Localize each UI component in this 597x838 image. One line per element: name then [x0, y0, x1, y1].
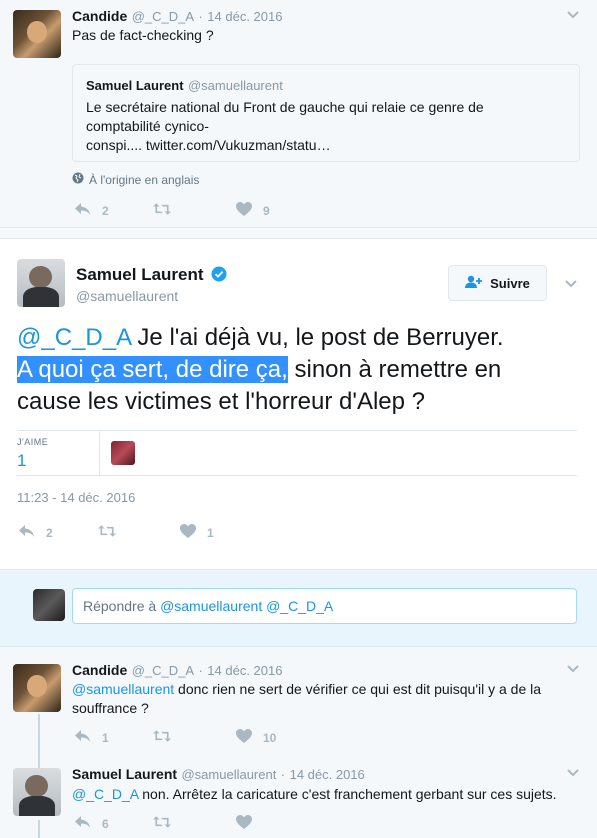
chevron-down-icon[interactable] [566, 8, 584, 22]
tweet-text-part: donc rien ne sert de vérifier ce qui est… [174, 681, 542, 697]
reply-icon [74, 814, 92, 833]
tweet-samuel-2[interactable]: Samuel Laurent @samuellaurent · 14 déc. … [0, 762, 597, 838]
separator-dot: · [280, 767, 286, 782]
reply-icon [18, 523, 36, 542]
thread-connector [38, 820, 40, 838]
tweet-text: Pas de fact-checking ? [72, 27, 214, 43]
heart-icon [235, 728, 253, 747]
reply-prefix: Répondre à [83, 598, 161, 614]
focused-tweet-text: @_C_D_A Je l'ai déjà vu, le post de Berr… [17, 322, 587, 418]
like-count: 10 [263, 730, 277, 745]
quoted-tweet[interactable]: Samuel Laurent @samuellaurent Le secréta… [72, 64, 580, 162]
retweet-icon [98, 523, 116, 542]
likes-stat-count[interactable]: 1 [17, 451, 26, 471]
tweet-text-part: cause les victimes et l'horreur d'Alep ? [17, 388, 426, 415]
tweet-timestamp[interactable]: 11:23 - 14 déc. 2016 [17, 490, 135, 505]
translate-link[interactable]: À l'origine en anglais [72, 172, 199, 187]
reply-button[interactable]: 6 [74, 814, 109, 833]
reply-count: 6 [102, 816, 109, 831]
author-handle[interactable]: @_C_D_A [132, 9, 194, 24]
separator-dot: · [198, 663, 203, 678]
heart-icon [179, 523, 197, 542]
stats-divider [99, 431, 100, 476]
retweet-icon [153, 201, 171, 220]
likes-stat-label: J'AIME [17, 437, 49, 447]
tweet-text: @samuellaurent donc rien ne sert de véri… [72, 680, 582, 718]
selected-text: A quoi ça sert, de dire ça, [17, 356, 288, 383]
verified-badge-icon [211, 266, 227, 282]
like-button[interactable]: 10 [235, 728, 276, 747]
reply-icon [74, 728, 92, 747]
follow-user-icon [465, 275, 483, 292]
tweet-text-part: non. Arrêtez la caricature c'est franche… [138, 786, 557, 802]
heart-icon [235, 814, 253, 833]
author-name[interactable]: Samuel Laurent [76, 265, 204, 284]
mention-link[interactable]: @_C_D_A [72, 786, 138, 802]
tweet-text-part: souffrance ? [72, 700, 149, 716]
tweet-candide-2[interactable]: Candide @_C_D_A · 14 déc. 2016 @samuella… [0, 652, 597, 762]
chevron-down-icon[interactable] [566, 662, 584, 676]
like-button[interactable] [235, 814, 263, 833]
avatar[interactable] [13, 10, 61, 58]
liker-avatar[interactable] [111, 441, 135, 465]
tweet-date[interactable]: 14 déc. 2016 [207, 663, 282, 678]
avatar[interactable] [13, 664, 61, 712]
author-name[interactable]: Candide [72, 8, 127, 24]
tweet-text-part: sinon à remettre en [287, 356, 502, 383]
retweet-icon [153, 728, 171, 747]
translate-label: À l'origine en anglais [89, 172, 200, 187]
tweet-stats: J'AIME 1 [17, 430, 577, 476]
chevron-down-icon[interactable] [566, 766, 584, 780]
heart-icon [235, 201, 253, 220]
avatar[interactable] [17, 259, 65, 307]
quote-text-line: Le secrétaire national du Front de gauch… [86, 99, 484, 115]
reply-button[interactable]: 2 [74, 201, 109, 220]
reply-button[interactable]: 1 [74, 728, 109, 747]
author-handle[interactable]: @samuellaurent [181, 767, 276, 782]
tweet-header: Candide @_C_D_A · 14 déc. 2016 [72, 8, 282, 26]
reply-input[interactable]: Répondre à @samuellaurent @_C_D_A [72, 588, 577, 624]
like-button[interactable]: 1 [179, 523, 214, 542]
retweet-button[interactable] [153, 814, 181, 833]
retweet-button[interactable] [98, 523, 126, 542]
reply-button[interactable]: 2 [18, 523, 53, 542]
reply-mentions: @samuellaurent @_C_D_A [160, 598, 334, 614]
follow-label: Suivre [490, 275, 530, 291]
like-count: 9 [263, 203, 270, 218]
thread-connector [38, 714, 40, 762]
tweet-text-part: Je l'ai déjà vu, le post de Berruyer. [130, 324, 504, 351]
avatar[interactable] [13, 768, 61, 816]
retweet-button[interactable] [153, 201, 181, 220]
reply-count: 2 [46, 525, 53, 540]
tweet-date[interactable]: 14 déc. 2016 [290, 767, 365, 782]
user-avatar [33, 589, 65, 621]
author-name[interactable]: Candide [72, 662, 127, 678]
mention-link[interactable]: @samuellaurent [72, 681, 174, 697]
tweet-candide-1[interactable]: Candide @_C_D_A · 14 déc. 2016 Pas de fa… [0, 0, 597, 228]
quote-author-name: Samuel Laurent [86, 78, 184, 93]
quote-author-handle: @samuellaurent [187, 78, 283, 93]
tweet-date[interactable]: 14 déc. 2016 [207, 9, 282, 24]
author-handle[interactable]: @samuellaurent [76, 288, 178, 304]
reply-icon [74, 201, 92, 220]
author-handle[interactable]: @_C_D_A [132, 663, 194, 678]
quote-text-line: conspi.... twitter.com/Vukuzman/statu… [86, 137, 331, 153]
mention-link[interactable]: @_C_D_A [17, 324, 131, 351]
like-count: 1 [207, 525, 214, 540]
like-button[interactable]: 9 [235, 201, 270, 220]
reply-count: 2 [102, 203, 109, 218]
globe-icon [72, 172, 84, 187]
tweet-text: @_C_D_A non. Arrêtez la caricature c'est… [72, 785, 557, 804]
retweet-button[interactable] [153, 728, 181, 747]
quote-text-line: comptabilité cynico- [86, 118, 209, 134]
reply-count: 1 [102, 730, 109, 745]
chevron-down-icon[interactable] [564, 277, 582, 291]
separator-dot: · [198, 9, 203, 24]
follow-button[interactable]: Suivre [448, 265, 547, 301]
retweet-icon [153, 814, 171, 833]
author-name[interactable]: Samuel Laurent [72, 766, 177, 782]
